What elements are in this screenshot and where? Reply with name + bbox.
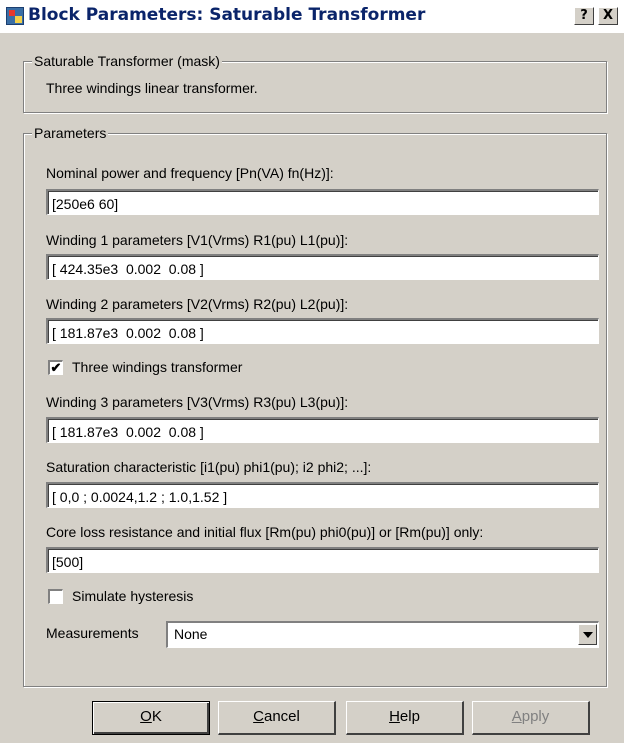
parameters-legend: Parameters <box>32 125 109 141</box>
ok-button[interactable]: OK <box>92 701 210 735</box>
saturation-label: Saturation characteristic [i1(pu) phi1(p… <box>46 459 372 475</box>
measurements-label: Measurements <box>46 625 139 641</box>
title-bar: Block Parameters: Saturable Transformer … <box>0 0 624 33</box>
mask-legend: Saturable Transformer (mask) <box>32 53 222 69</box>
core-loss-field[interactable] <box>46 547 599 573</box>
window-title: Block Parameters: Saturable Transformer <box>28 5 426 25</box>
simulate-hysteresis-label: Simulate hysteresis <box>72 588 194 604</box>
simulate-hysteresis-checkbox[interactable] <box>48 589 63 604</box>
nominal-power-field[interactable] <box>46 189 599 215</box>
saturation-field[interactable] <box>46 482 599 508</box>
chevron-down-icon[interactable] <box>578 624 597 645</box>
measurements-dropdown[interactable]: None <box>166 621 599 648</box>
simulink-block-icon <box>6 7 24 25</box>
winding2-field[interactable] <box>46 318 599 344</box>
help-button[interactable]: Help <box>346 701 464 735</box>
block-parameters-dialog: Block Parameters: Saturable Transformer … <box>0 0 624 743</box>
mask-description: Three windings linear transformer. <box>46 80 258 96</box>
winding1-label: Winding 1 parameters [V1(Vrms) R1(pu) L1… <box>46 232 349 248</box>
measurements-selected-value: None <box>174 626 208 642</box>
help-icon[interactable]: ? <box>574 7 594 25</box>
three-windings-checkbox[interactable]: ✔ <box>48 360 63 375</box>
close-icon[interactable]: X <box>598 7 618 25</box>
winding2-label: Winding 2 parameters [V2(Vrms) R2(pu) L2… <box>46 296 349 312</box>
winding3-field[interactable] <box>46 417 599 443</box>
core-loss-label: Core loss resistance and initial flux [R… <box>46 524 484 540</box>
winding3-label: Winding 3 parameters [V3(Vrms) R3(pu) L3… <box>46 394 349 410</box>
three-windings-label: Three windings transformer <box>72 359 243 375</box>
nominal-power-label: Nominal power and frequency [Pn(VA) fn(H… <box>46 165 334 181</box>
apply-button[interactable]: Apply <box>472 701 590 735</box>
winding1-field[interactable] <box>46 254 599 280</box>
cancel-button[interactable]: Cancel <box>218 701 336 735</box>
